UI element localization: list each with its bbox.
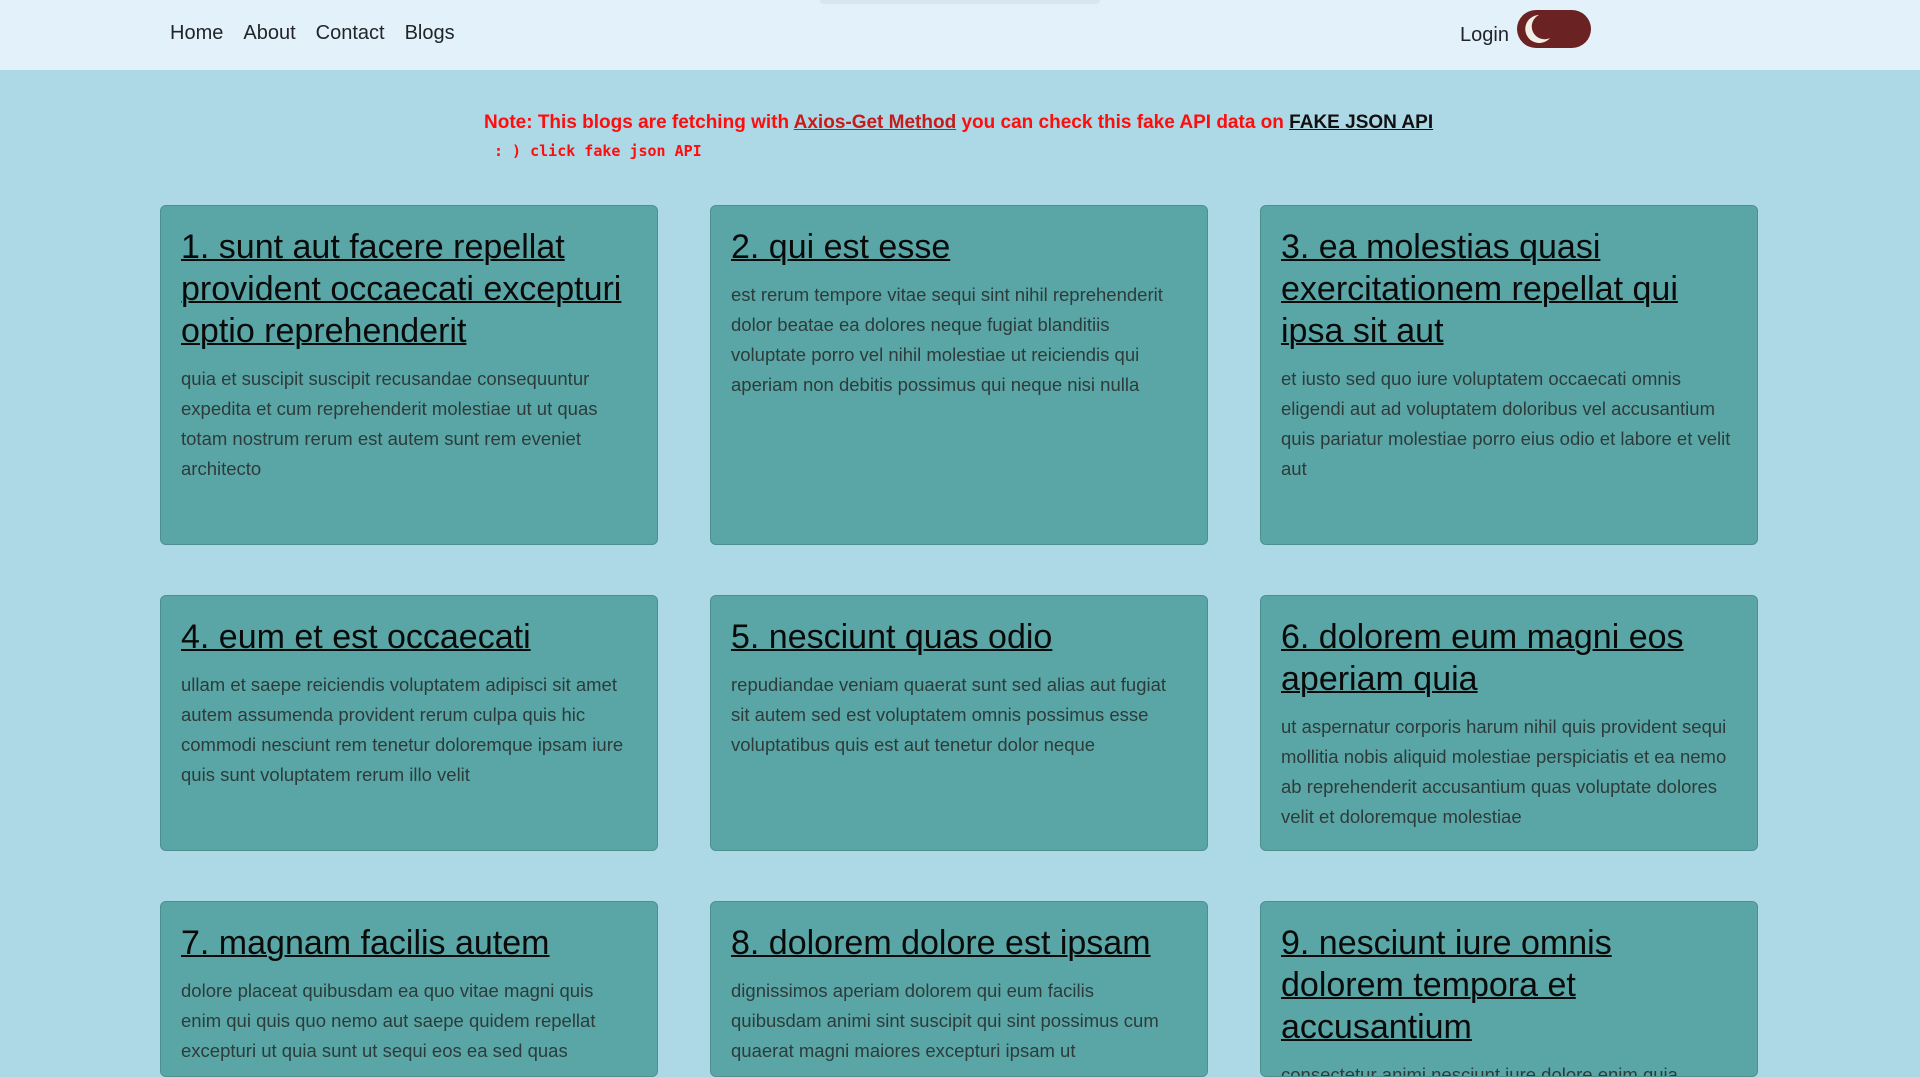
nav-about-link[interactable]: About (243, 22, 295, 45)
note-middle: you can check this fake API data on (956, 112, 1290, 133)
blog-title-link[interactable]: 6. dolorem eum magni eos aperiam quia (1281, 616, 1737, 700)
top-navbar: Home About Contact Blogs Login (0, 0, 1920, 70)
login-link[interactable]: Login (1460, 24, 1509, 47)
dark-mode-toggle[interactable] (1516, 10, 1591, 48)
blog-card: 1. sunt aut facere repellat provident oc… (160, 205, 658, 545)
nav-right-group: Login (1460, 10, 1591, 48)
blog-excerpt: et iusto sed quo iure voluptatem occaeca… (1281, 368, 1731, 479)
blog-title-link[interactable]: 2. qui est esse (731, 226, 1187, 268)
blog-card: 3. ea molestias quasi exercitationem rep… (1260, 205, 1758, 545)
nav-links: Home About Contact Blogs (170, 22, 455, 45)
blog-card: 7. magnam facilis autem dolore placeat q… (160, 901, 658, 1077)
blog-excerpt: dignissimos aperiam dolorem qui eum faci… (731, 980, 1159, 1061)
blog-title-link[interactable]: 9. nesciunt iure omnis dolorem tempora e… (1281, 922, 1737, 1048)
blog-excerpt: ullam et saepe reiciendis voluptatem adi… (181, 674, 624, 785)
nav-center-decoration (820, 0, 1100, 4)
blog-card: 6. dolorem eum magni eos aperiam quia ut… (1260, 595, 1758, 851)
blog-title-link[interactable]: 4. eum et est occaecati (181, 616, 637, 658)
api-note: Note: This blogs are fetching with Axios… (484, 112, 1433, 160)
blog-card: 9. nesciunt iure omnis dolorem tempora e… (1260, 901, 1758, 1077)
moon-icon (1525, 15, 1550, 43)
blog-card: 5. nesciunt quas odio repudiandae veniam… (710, 595, 1208, 851)
note-line: Note: This blogs are fetching with Axios… (484, 112, 1433, 134)
blog-excerpt: consectetur animi nesciunt iure dolore e… (1281, 1064, 1678, 1077)
blog-title-link[interactable]: 1. sunt aut facere repellat provident oc… (181, 226, 637, 352)
blog-card: 4. eum et est occaecati ullam et saepe r… (160, 595, 658, 851)
note-hint: : ) click fake json API (494, 142, 702, 160)
nav-blogs-link[interactable]: Blogs (405, 22, 455, 45)
blog-excerpt: ut aspernatur corporis harum nihil quis … (1281, 716, 1727, 827)
axios-method-link[interactable]: Axios-Get Method (794, 112, 957, 133)
blog-excerpt: repudiandae veniam quaerat sunt sed alia… (731, 674, 1167, 755)
nav-contact-link[interactable]: Contact (316, 22, 385, 45)
blog-excerpt: quia et suscipit suscipit recusandae con… (181, 368, 598, 479)
blog-excerpt: est rerum tempore vitae sequi sint nihil… (731, 284, 1163, 395)
blog-card: 8. dolorem dolore est ipsam dignissimos … (710, 901, 1208, 1077)
fake-json-api-link[interactable]: FAKE JSON API (1289, 112, 1433, 133)
blog-excerpt: dolore placeat quibusdam ea quo vitae ma… (181, 980, 596, 1061)
blog-title-link[interactable]: 7. magnam facilis autem (181, 922, 637, 964)
blog-card: 2. qui est esse est rerum tempore vitae … (710, 205, 1208, 545)
blog-title-link[interactable]: 3. ea molestias quasi exercitationem rep… (1281, 226, 1737, 352)
nav-home-link[interactable]: Home (170, 22, 223, 45)
blog-title-link[interactable]: 5. nesciunt quas odio (731, 616, 1187, 658)
note-prefix: Note: This blogs are fetching with (484, 112, 794, 133)
blog-title-link[interactable]: 8. dolorem dolore est ipsam (731, 922, 1187, 964)
